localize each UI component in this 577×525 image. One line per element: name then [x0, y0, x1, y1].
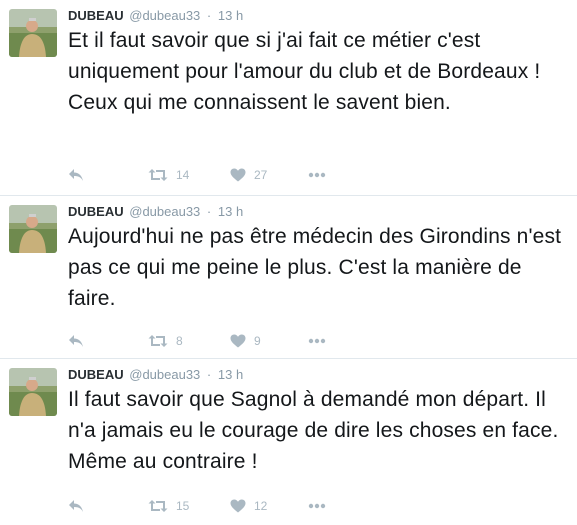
like-button[interactable]: 9: [230, 331, 261, 351]
like-count: 12: [254, 499, 268, 513]
heart-icon: [230, 334, 246, 348]
more-icon: [308, 503, 326, 509]
more-button[interactable]: [308, 331, 326, 351]
tweet-text: Aujourd'hui ne pas être médecin des Giro…: [68, 225, 562, 310]
more-button[interactable]: [308, 496, 326, 516]
timestamp[interactable]: 13 h: [218, 8, 243, 23]
retweet-count: 14: [176, 168, 190, 182]
tweet-timeline: DUBEAU @dubeau33 · 13 h Et il faut savoi…: [0, 0, 577, 525]
reply-icon: [69, 500, 83, 512]
timestamp[interactable]: 13 h: [218, 367, 243, 382]
user-name[interactable]: DUBEAU: [68, 204, 124, 219]
tweet-actions: 8 9: [68, 331, 368, 351]
like-count: 9: [254, 334, 261, 348]
retweet-count: 8: [176, 334, 183, 348]
timestamp[interactable]: 13 h: [218, 204, 243, 219]
tweet-actions: 15 12: [68, 496, 368, 516]
user-handle[interactable]: @dubeau33: [129, 367, 200, 382]
reply-icon: [69, 335, 83, 347]
retweet-button[interactable]: 15: [148, 496, 189, 516]
avatar[interactable]: [9, 368, 57, 416]
user-name[interactable]: DUBEAU: [68, 8, 124, 23]
like-count: 27: [254, 168, 268, 182]
avatar-image: [9, 9, 57, 57]
user-handle[interactable]: @dubeau33: [129, 204, 200, 219]
tweet[interactable]: DUBEAU @dubeau33 · 13 h Il faut savoir q…: [0, 359, 577, 525]
tweet-header: DUBEAU @dubeau33 · 13 h: [68, 8, 243, 24]
like-button[interactable]: 12: [230, 496, 267, 516]
avatar[interactable]: [9, 205, 57, 253]
reply-button[interactable]: [68, 165, 84, 185]
like-button[interactable]: 27: [230, 165, 267, 185]
heart-icon: [230, 499, 246, 513]
avatar-image: [9, 205, 57, 253]
tweet[interactable]: DUBEAU @dubeau33 · 13 h Aujourd'hui ne p…: [0, 196, 577, 359]
tweet-text: Et il faut savoir que si j'ai fait ce mé…: [68, 29, 541, 114]
retweet-icon: [148, 169, 168, 181]
retweet-button[interactable]: 8: [148, 331, 183, 351]
more-icon: [308, 338, 326, 344]
retweet-count: 15: [176, 499, 190, 513]
separator: ·: [206, 367, 212, 382]
separator: ·: [206, 204, 212, 219]
reply-button[interactable]: [68, 331, 84, 351]
tweet-header: DUBEAU @dubeau33 · 13 h: [68, 204, 243, 220]
tweet-text: Il faut savoir que Sagnol à demandé mon …: [68, 388, 559, 473]
tweet-header: DUBEAU @dubeau33 · 13 h: [68, 367, 243, 383]
user-handle[interactable]: @dubeau33: [129, 8, 200, 23]
avatar[interactable]: [9, 9, 57, 57]
heart-icon: [230, 168, 246, 182]
user-name[interactable]: DUBEAU: [68, 367, 124, 382]
reply-button[interactable]: [68, 496, 84, 516]
separator: ·: [206, 8, 212, 23]
avatar-image: [9, 368, 57, 416]
retweet-icon: [148, 335, 168, 347]
retweet-button[interactable]: 14: [148, 165, 189, 185]
tweet[interactable]: DUBEAU @dubeau33 · 13 h Et il faut savoi…: [0, 0, 577, 196]
tweet-actions: 14 27: [68, 165, 368, 185]
more-button[interactable]: [308, 165, 326, 185]
retweet-icon: [148, 500, 168, 512]
reply-icon: [69, 169, 83, 181]
more-icon: [308, 172, 326, 178]
